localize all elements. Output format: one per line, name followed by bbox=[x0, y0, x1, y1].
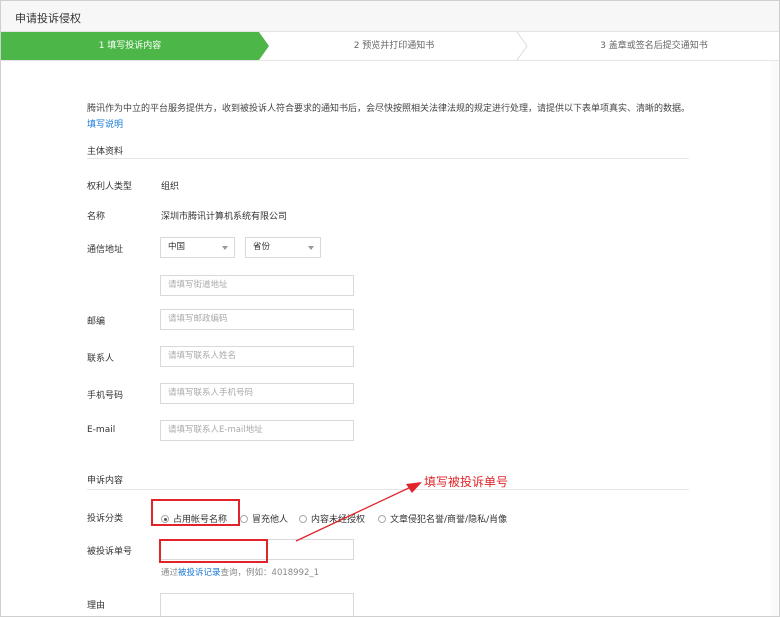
annotation-text: 填写被投诉单号 bbox=[424, 475, 509, 489]
hint-suffix: 查询，例如：4018992_1 bbox=[220, 568, 320, 578]
chevron-down-icon bbox=[222, 246, 228, 250]
scrollbar[interactable] bbox=[771, 61, 779, 616]
subject-section-title: 主体资料 bbox=[87, 147, 124, 157]
hint-prefix: 通过 bbox=[161, 568, 179, 578]
complaint-record-link[interactable]: 被投诉记录 bbox=[178, 568, 221, 578]
complaint-dialog: 申请投诉侵权 1 填写投诉内容 2 预览并打印通知书 3 盖章或签名后提交通知书… bbox=[0, 0, 780, 617]
complaint-number-hint: 通过被投诉记录查询，例如：4018992_1 bbox=[161, 566, 319, 578]
step-separator-icon bbox=[516, 32, 528, 60]
fill-guide-link[interactable]: 填写说明 bbox=[87, 120, 123, 130]
title-bar: 申请投诉侵权 bbox=[1, 1, 779, 32]
country-select-value: 中国 bbox=[168, 242, 186, 252]
intro-description: 腾讯作为中立的平台服务提供方，收到被投诉人符合要求的通知书后，会尽快按照相关法律… bbox=[87, 104, 691, 114]
complaint-number-label: 被投诉单号 bbox=[87, 547, 133, 557]
phone-input[interactable]: 请填写联系人手机号码 bbox=[160, 383, 354, 404]
step-2: 2 预览并打印通知书 bbox=[353, 41, 435, 51]
rights-type-value: 组织 bbox=[161, 182, 180, 192]
chevron-down-icon bbox=[308, 246, 314, 250]
street-address-input[interactable]: 请填写街道地址 bbox=[160, 275, 354, 296]
country-select[interactable]: 中国 bbox=[160, 237, 235, 258]
email-label: E-mail bbox=[87, 425, 116, 435]
annotation-arrow-icon bbox=[295, 482, 422, 542]
postal-code-input[interactable]: 请填写邮政编码 bbox=[160, 309, 354, 330]
radio-label: 冒充他人 bbox=[252, 515, 289, 525]
province-select[interactable]: 省份 bbox=[245, 237, 321, 258]
name-value: 深圳市腾讯计算机系统有限公司 bbox=[161, 212, 288, 222]
name-label: 名称 bbox=[87, 212, 106, 222]
divider bbox=[87, 158, 689, 159]
window-title: 申请投诉侵权 bbox=[15, 12, 81, 25]
reason-label: 理由 bbox=[87, 601, 106, 611]
reason-textarea[interactable] bbox=[160, 593, 354, 616]
step-1: 1 填写投诉内容 bbox=[1, 32, 259, 60]
complaint-section-title: 申诉内容 bbox=[87, 476, 124, 486]
category-label: 投诉分类 bbox=[87, 514, 124, 524]
postal-label: 邮编 bbox=[87, 317, 106, 327]
radio-icon bbox=[240, 515, 248, 523]
contact-label: 联系人 bbox=[87, 354, 115, 364]
province-select-value: 省份 bbox=[253, 242, 271, 252]
step-3: 3 盖章或签名后提交通知书 bbox=[600, 41, 708, 51]
intro-text: 腾讯作为中立的平台服务提供方，收到被投诉人符合要求的通知书后，会尽快按照相关法律… bbox=[87, 101, 697, 133]
highlight-box-category bbox=[151, 499, 240, 526]
highlight-box-number bbox=[159, 539, 268, 563]
address-label: 通信地址 bbox=[87, 245, 124, 255]
phone-label: 手机号码 bbox=[87, 391, 124, 401]
category-radio-impersonate[interactable]: 冒充他人 bbox=[240, 512, 288, 525]
email-input[interactable]: 请填写联系人E-mail地址 bbox=[160, 420, 354, 441]
step-1-arrow bbox=[259, 32, 269, 60]
contact-name-input[interactable]: 请填写联系人姓名 bbox=[160, 346, 354, 367]
step-progress: 1 填写投诉内容 2 预览并打印通知书 3 盖章或签名后提交通知书 bbox=[1, 32, 779, 61]
rights-type-label: 权利人类型 bbox=[87, 182, 133, 192]
